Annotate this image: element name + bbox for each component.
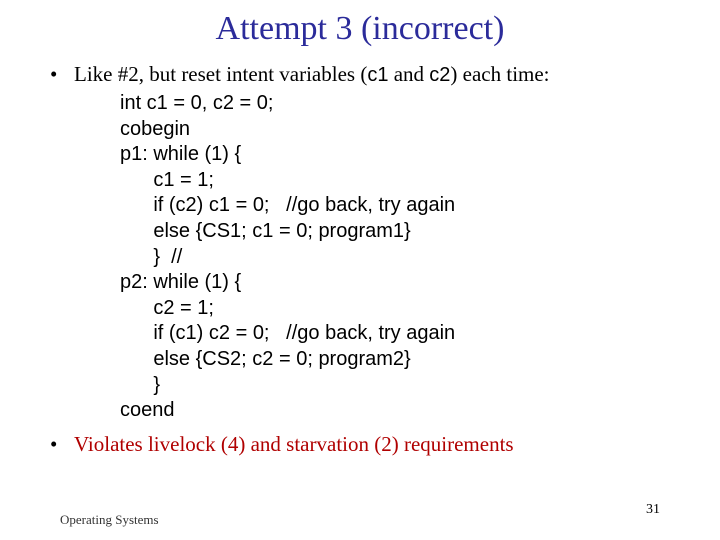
code-block: int c1 = 0, c2 = 0; cobegin p1: while (1… xyxy=(120,91,680,424)
code-line-8: c2 = 1; xyxy=(120,297,214,319)
code-line-6: } // xyxy=(120,246,182,268)
code-line-4: if (c2) c1 = 0; //go back, try again xyxy=(120,194,455,216)
bullet-1-post: ) each time: xyxy=(450,62,549,86)
bullet-1-text: Like #2, but reset intent variables (c1 … xyxy=(74,62,680,87)
code-line-1: cobegin xyxy=(120,118,190,140)
bullet-2-text: Violates livelock (4) and starvation (2)… xyxy=(74,432,680,457)
bullet-1-pre: Like #2, but reset intent variables ( xyxy=(74,62,367,86)
footer-text: Operating Systems xyxy=(60,512,159,528)
code-line-3: c1 = 1; xyxy=(120,169,214,191)
code-line-2: p1: while (1) { xyxy=(120,143,241,165)
page-number: 31 xyxy=(646,502,660,518)
code-line-0: int c1 = 0, c2 = 0; xyxy=(120,92,273,114)
slide: Attempt 3 (incorrect) • Like #2, but res… xyxy=(0,0,720,540)
bullet-1: • Like #2, but reset intent variables (c… xyxy=(50,62,680,87)
slide-title: Attempt 3 (incorrect) xyxy=(40,10,680,48)
var-c1: c1 xyxy=(367,64,388,86)
bullet-1-mid: and xyxy=(388,62,429,86)
bullet-dot: • xyxy=(50,432,74,457)
code-line-5: else {CS1; c1 = 0; program1} xyxy=(120,220,411,242)
bullet-dot: • xyxy=(50,62,74,87)
var-c2: c2 xyxy=(429,64,450,86)
code-line-10: else {CS2; c2 = 0; program2} xyxy=(120,348,411,370)
code-line-11: } xyxy=(120,374,160,396)
code-line-7: p2: while (1) { xyxy=(120,271,241,293)
code-line-12: coend xyxy=(120,399,175,421)
bullet-2: • Violates livelock (4) and starvation (… xyxy=(50,432,680,457)
code-line-9: if (c1) c2 = 0; //go back, try again xyxy=(120,322,455,344)
